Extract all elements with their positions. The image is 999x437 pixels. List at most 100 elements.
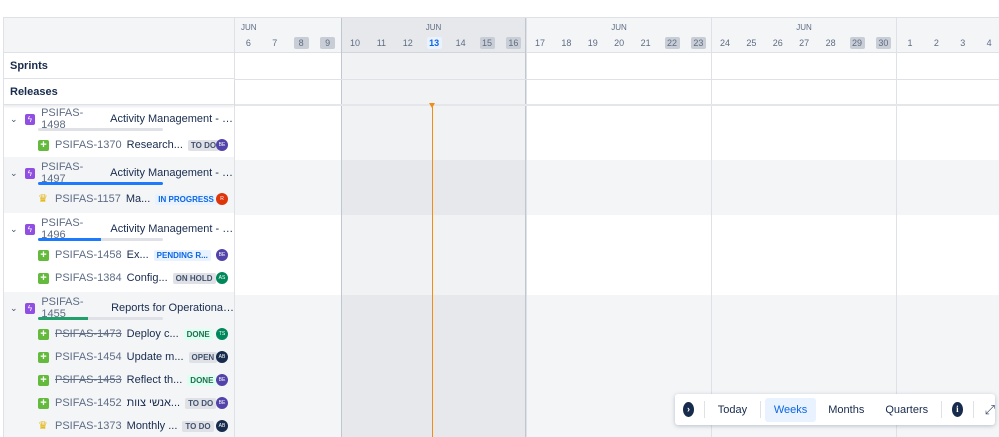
issue-key[interactable]: PSIFAS-1473 <box>55 328 122 340</box>
day-label: 26 <box>772 38 783 48</box>
avatar[interactable]: TS <box>216 328 228 340</box>
story-icon: + <box>38 249 49 261</box>
progress-bar <box>38 238 163 241</box>
issue-row[interactable]: + PSIFAS-1384 Config... ON HOLD AS <box>4 270 234 286</box>
issue-summary: Activity Management - R... <box>110 167 234 179</box>
status-badge: TO DO <box>187 139 220 151</box>
issue-key[interactable]: PSIFAS-1454 <box>55 351 122 363</box>
week-column: JUN 17 18 19 20 21 22 23 <box>526 18 711 437</box>
issue-summary: Reflect th... <box>126 374 183 386</box>
day-label: 28 <box>825 38 836 48</box>
issue-list-panel: Sprints Releases ⌄ ϟ PSIFAS-1498 Activity M… <box>4 18 235 437</box>
avatar[interactable]: BE <box>216 249 228 261</box>
issue-key[interactable]: PSIFAS-1458 <box>55 249 122 261</box>
story-icon: + <box>38 272 49 284</box>
day-label: 30 <box>875 37 891 49</box>
week-column: JUN 6 7 8 9 <box>235 18 341 437</box>
issue-row[interactable]: + PSIFAS-1370 Research... TO DO BE <box>4 137 234 153</box>
issue-row[interactable]: + PSIFAS-1473 Deploy c... DONE TS <box>4 326 234 342</box>
issue-summary: Ex... <box>126 249 149 261</box>
status-badge: IN PROGRESS <box>155 193 217 205</box>
chevron-down-icon[interactable]: ⌄ <box>8 224 20 235</box>
view-toolbar: › Today Weeks Months Quarters i ⤢ <box>675 394 995 425</box>
issue-row[interactable]: + PSIFAS-1454 Update m... OPEN AB <box>4 349 234 365</box>
epic-icon: ϟ <box>24 113 36 125</box>
day-label: 6 <box>245 38 251 48</box>
issue-row[interactable]: + PSIFAS-1458 Ex... PENDING R... BE <box>4 247 234 263</box>
epic-row[interactable]: ⌄ ϟ PSIFAS-1498 Activity Management - R... <box>4 107 234 131</box>
avatar[interactable]: AB <box>216 351 228 363</box>
today-marker <box>429 103 435 437</box>
avatar[interactable]: AB <box>216 420 228 432</box>
day-label: 10 <box>349 38 360 48</box>
issue-row[interactable]: + PSIFAS-1453 Reflect th... DONE BE <box>4 372 234 388</box>
issue-key[interactable]: PSIFAS-1157 <box>55 193 121 205</box>
chevron-down-icon[interactable]: ⌄ <box>8 168 20 179</box>
status-badge: OPEN <box>188 351 218 363</box>
status-badge: TO DO <box>182 420 214 432</box>
chevron-down-icon[interactable]: ⌄ <box>8 114 20 125</box>
issue-summary: Update m... <box>126 351 184 363</box>
issue-summary: Reports for Operational ... <box>111 302 234 314</box>
story-icon: + <box>38 328 49 340</box>
issue-key[interactable]: PSIFAS-1384 <box>55 272 122 284</box>
epic-row[interactable]: ⌄ ϟ PSIFAS-1496 Activity Management - E... <box>4 217 235 241</box>
status-badge: PENDING R... <box>153 249 211 261</box>
issue-summary: Activity Management - R... <box>110 113 234 125</box>
months-button[interactable]: Months <box>819 398 873 422</box>
fullscreen-icon[interactable]: ⤢ <box>985 402 995 418</box>
week-column: JUN 10 11 12 13 14 15 16 <box>341 18 526 437</box>
story-icon: + <box>38 139 49 151</box>
day-label: 7 <box>272 38 278 48</box>
status-badge: TO DO <box>185 397 217 409</box>
releases-row[interactable]: Releases <box>4 79 234 105</box>
month-label: JUN <box>796 23 812 32</box>
issue-row[interactable]: + PSIFAS-1452 אנשי צוות... TO DO BE <box>4 395 234 411</box>
issue-key[interactable]: PSIFAS-1453 <box>55 374 122 386</box>
day-label: 22 <box>664 37 680 49</box>
avatar[interactable]: AS <box>216 272 228 284</box>
status-badge: DONE <box>183 328 213 340</box>
day-label: 11 <box>376 38 387 48</box>
avatar[interactable]: BE <box>216 397 228 409</box>
day-label: 16 <box>505 37 521 49</box>
day-label: 1 <box>907 38 913 48</box>
avatar[interactable]: BE <box>216 374 228 386</box>
chevron-down-icon[interactable]: ⌄ <box>8 303 20 314</box>
day-label: 14 <box>455 38 466 48</box>
issue-row[interactable]: ♛ PSIFAS-1157 Ma... IN PROGRESS R <box>4 191 234 207</box>
issue-key[interactable]: PSIFAS-1373 <box>55 420 122 432</box>
issue-key[interactable]: PSIFAS-1370 <box>55 139 122 151</box>
day-label: 3 <box>960 38 966 48</box>
expand-panel-chevron-icon[interactable]: › <box>683 402 694 417</box>
epic-row[interactable]: ⌄ ϟ PSIFAS-1497 Activity Management - R... <box>4 161 234 185</box>
issue-summary: Research... <box>126 139 183 151</box>
today-button[interactable]: Today <box>709 398 756 422</box>
progress-bar <box>38 182 163 185</box>
crown-icon: ♛ <box>38 419 48 432</box>
day-label: 29 <box>849 37 865 49</box>
quarters-button[interactable]: Quarters <box>876 398 937 422</box>
week-column: JUN 24 25 26 27 28 29 30 <box>711 18 896 437</box>
issue-summary: Deploy c... <box>126 328 179 340</box>
issue-row[interactable]: ♛ PSIFAS-1373 Monthly ... TO DO AB <box>4 418 234 434</box>
avatar[interactable]: BE <box>216 139 228 151</box>
day-label: 20 <box>614 38 625 48</box>
week-column: JUL1234 <box>896 18 999 437</box>
weeks-button[interactable]: Weeks <box>764 397 817 422</box>
day-label: 13 <box>426 37 442 49</box>
epic-icon: ϟ <box>24 167 36 179</box>
issue-key[interactable]: PSIFAS-1452 <box>55 397 122 409</box>
day-label: 27 <box>799 38 810 48</box>
issue-summary: Monthly ... <box>126 420 178 432</box>
epic-row[interactable]: ⌄ ϟ PSIFAS-1455 Reports for Operational ... <box>4 296 234 320</box>
progress-bar <box>38 128 163 131</box>
epic-icon: ϟ <box>24 223 36 235</box>
sprints-row[interactable]: Sprints <box>4 53 234 79</box>
avatar[interactable]: R <box>216 193 228 205</box>
story-icon: + <box>38 351 49 363</box>
info-icon[interactable]: i <box>951 402 963 417</box>
epic-icon: ϟ <box>24 302 36 314</box>
issue-summary: Activity Management - E... <box>110 223 235 235</box>
crown-icon: ♛ <box>38 192 48 205</box>
